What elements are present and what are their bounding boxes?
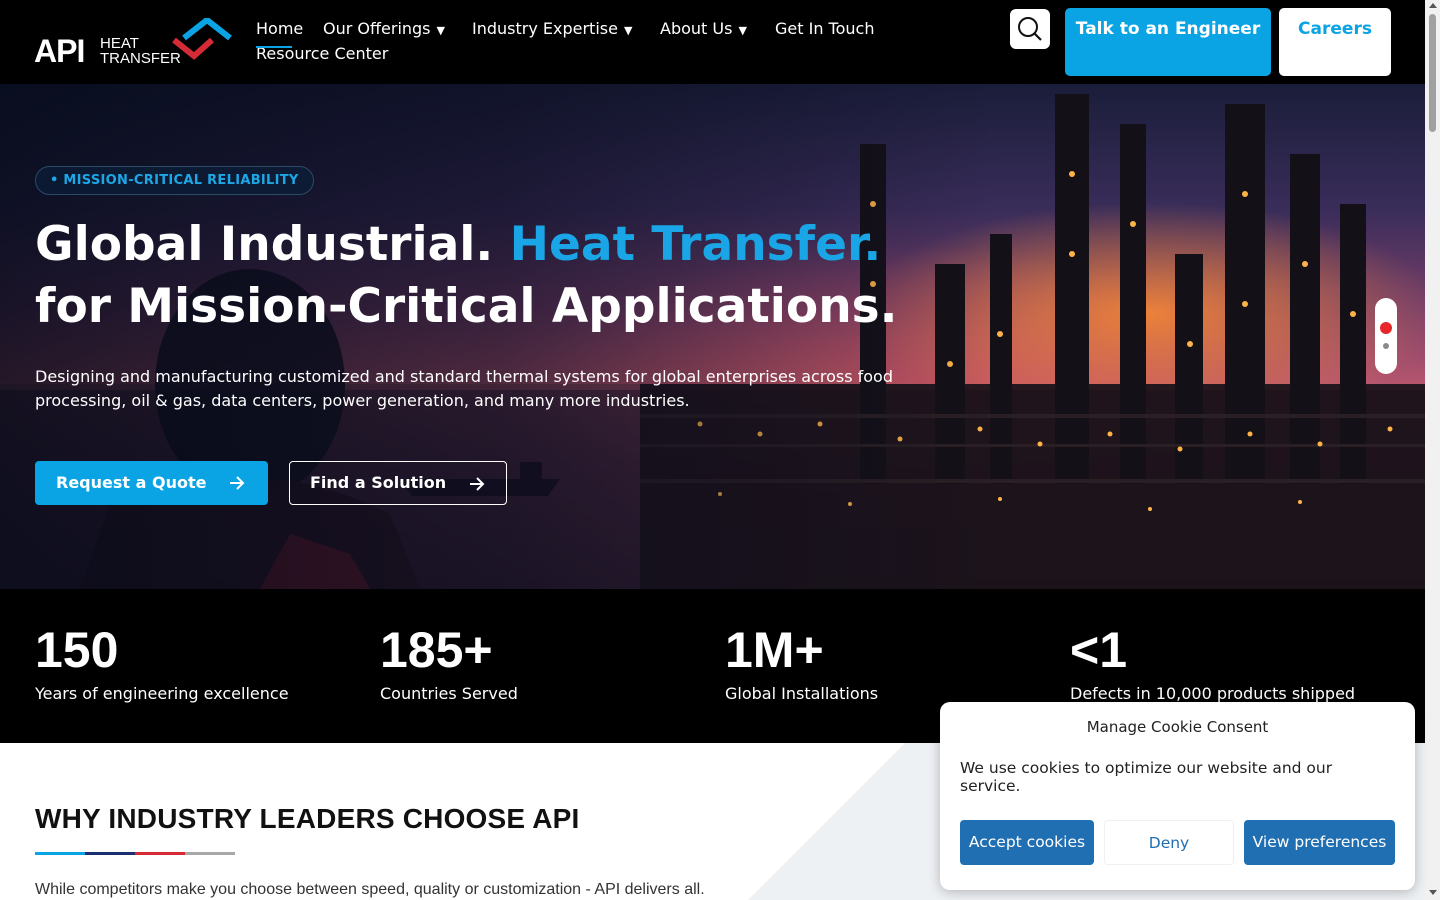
why-color-bar xyxy=(35,852,235,855)
scrollbar-thumb[interactable] xyxy=(1429,14,1436,132)
view-preferences-button[interactable]: View preferences xyxy=(1244,820,1395,865)
nav-about-us[interactable]: About Us ▼ xyxy=(660,18,747,42)
talk-to-engineer-button[interactable]: Talk to an Engineer xyxy=(1065,8,1271,76)
hero-title-part1: Global Industrial. xyxy=(35,217,510,272)
nav-home[interactable]: Home xyxy=(256,18,303,40)
chevron-down-icon: ▼ xyxy=(623,24,633,37)
nav-our-offerings-label: Our Offerings xyxy=(323,19,431,38)
hero-title-accent: Heat Transfer. xyxy=(509,217,882,272)
hero-title-part2: for Mission-Critical Applications. xyxy=(35,279,898,334)
deny-cookies-button[interactable]: Deny xyxy=(1104,820,1234,865)
cookie-title: Manage Cookie Consent xyxy=(1086,718,1269,736)
nav-our-offerings[interactable]: Our Offerings ▼ xyxy=(323,18,445,42)
hero-subtitle: Designing and manufacturing customized a… xyxy=(35,367,893,410)
nav-active-indicator xyxy=(256,46,292,48)
stat-countries: 185+ Countries Served xyxy=(380,621,518,706)
stat-label: Global Installations xyxy=(725,684,879,703)
bar-segment-2 xyxy=(85,852,135,855)
hero-section: • MISSION-CRITICAL RELIABILITY Global In… xyxy=(0,84,1425,589)
bar-segment-3 xyxy=(135,852,185,855)
logo-api-text: API xyxy=(34,33,85,69)
hero-slider-pagination xyxy=(1375,298,1397,374)
nav-about-us-label: About Us xyxy=(660,19,733,38)
accept-cookies-button[interactable]: Accept cookies xyxy=(960,820,1094,865)
site-header: API HEAT TRANSFER Home Our Offerings ▼ In… xyxy=(0,0,1425,84)
stat-value: 1M+ xyxy=(725,622,824,678)
chevron-down-icon: ▼ xyxy=(436,24,445,37)
find-solution-button[interactable]: Find a Solution xyxy=(289,461,507,505)
careers-button[interactable]: Careers xyxy=(1279,8,1391,76)
chevron-down-icon: ▼ xyxy=(738,24,747,37)
arrow-right-icon xyxy=(230,476,245,490)
request-quote-label: Request a Quote xyxy=(56,473,207,492)
slide-dot-2[interactable] xyxy=(1383,343,1389,349)
logo-heat-text: HEAT xyxy=(100,35,139,52)
why-title: WHY INDUSTRY LEADERS CHOOSE API xyxy=(35,803,580,834)
hero-title: Global Industrial. Heat Transfer. for Mi… xyxy=(35,214,935,338)
arrow-right-icon xyxy=(470,477,485,491)
stat-years: 150 Years of engineering excellence xyxy=(35,621,289,706)
nav-industry-expertise[interactable]: Industry Expertise ▼ xyxy=(472,18,632,42)
slide-dot-1[interactable] xyxy=(1380,322,1392,334)
stat-defects: <1 Defects in 10,000 products shipped xyxy=(1070,621,1355,706)
stat-label: Countries Served xyxy=(380,684,518,703)
bar-segment-4 xyxy=(185,852,235,855)
logo-transfer-text: TRANSFER xyxy=(100,50,181,67)
cookie-consent-dialog: Manage Cookie Consent We use cookies to … xyxy=(940,702,1415,890)
hero-badge: • MISSION-CRITICAL RELIABILITY xyxy=(35,166,314,195)
stat-installations: 1M+ Global Installations xyxy=(725,621,878,706)
stat-value: <1 xyxy=(1070,622,1128,678)
nav-get-in-touch[interactable]: Get In Touch xyxy=(775,18,874,40)
search-icon xyxy=(1018,17,1042,41)
logo-chevron-icon xyxy=(172,18,232,60)
page-scrollbar[interactable] xyxy=(1425,0,1440,900)
why-text: While competitors make you choose betwee… xyxy=(35,881,705,898)
scroll-up-icon[interactable] xyxy=(1429,3,1437,8)
stat-value: 185+ xyxy=(380,622,493,678)
nav-industry-expertise-label: Industry Expertise xyxy=(472,19,618,38)
find-solution-label: Find a Solution xyxy=(310,473,447,492)
stat-value: 150 xyxy=(35,622,119,678)
stat-label: Years of engineering excellence xyxy=(35,684,289,703)
search-button[interactable] xyxy=(1010,9,1050,49)
request-quote-button[interactable]: Request a Quote xyxy=(35,461,268,505)
api-heat-transfer-logo[interactable]: API HEAT TRANSFER xyxy=(34,18,234,68)
bar-segment-1 xyxy=(35,852,85,855)
scroll-down-icon[interactable] xyxy=(1429,890,1437,895)
cookie-text: We use cookies to optimize our website a… xyxy=(960,759,1333,795)
